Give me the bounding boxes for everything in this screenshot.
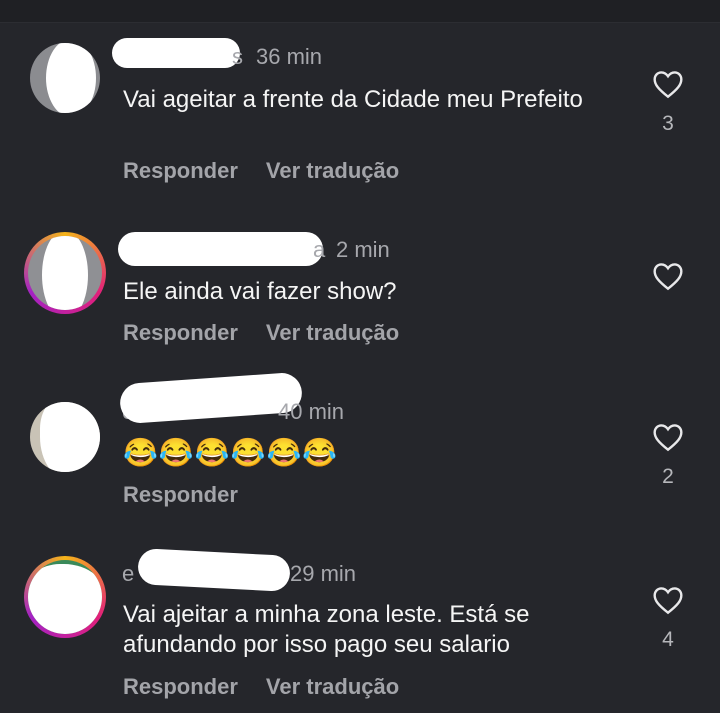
heart-outline-icon[interactable]	[652, 71, 684, 103]
heart-outline-icon[interactable]	[652, 424, 684, 456]
top-divider	[0, 0, 720, 23]
comment-text: Ele ainda vai fazer show?	[123, 278, 397, 305]
comment-time: 36 min	[256, 44, 323, 69]
like-group: 3	[648, 69, 688, 136]
comment-actions: Responder Ver tradução	[123, 674, 427, 700]
like-group: 4	[648, 585, 688, 652]
reply-button[interactable]: Responder	[123, 320, 238, 345]
like-count: 4	[662, 628, 674, 651]
reply-button[interactable]: Responder	[123, 482, 238, 507]
comment-text: 😂😂😂😂😂😂	[123, 437, 339, 468]
reply-button[interactable]: Responder	[123, 158, 238, 183]
username-redaction	[112, 38, 240, 68]
translate-button[interactable]: Ver tradução	[266, 320, 399, 345]
username-redaction	[137, 548, 291, 592]
avatar[interactable]	[24, 556, 106, 638]
avatar[interactable]	[30, 402, 100, 472]
comment-actions: Responder	[123, 482, 266, 508]
like-count: 2	[662, 465, 674, 488]
comment-time: 29 min	[290, 561, 357, 586]
username-redaction	[118, 232, 323, 266]
comment-text: Vai ageitar a frente da Cidade meu Prefe…	[123, 86, 583, 113]
comment-text: Vai ajeitar a minha zona leste. Está se …	[123, 601, 530, 658]
translate-button[interactable]: Ver tradução	[266, 158, 399, 183]
comment-actions: Responder Ver tradução	[123, 158, 427, 184]
avatar[interactable]	[30, 43, 100, 113]
username-initial[interactable]: e	[122, 561, 134, 587]
like-count: 3	[662, 112, 674, 135]
comment-time: 40 min	[278, 399, 345, 424]
comment-actions: Responder Ver tradução	[123, 320, 427, 346]
heart-outline-icon[interactable]	[652, 263, 684, 295]
reply-button[interactable]: Responder	[123, 674, 238, 699]
like-group: 2	[648, 422, 688, 489]
username-tail: s	[232, 44, 243, 69]
avatar[interactable]	[24, 232, 106, 314]
username-tail: a	[313, 237, 326, 262]
like-group	[648, 261, 688, 304]
translate-button[interactable]: Ver tradução	[266, 674, 399, 699]
heart-outline-icon[interactable]	[652, 587, 684, 619]
username-redaction	[118, 371, 304, 425]
comment-time: 2 min	[336, 237, 390, 262]
